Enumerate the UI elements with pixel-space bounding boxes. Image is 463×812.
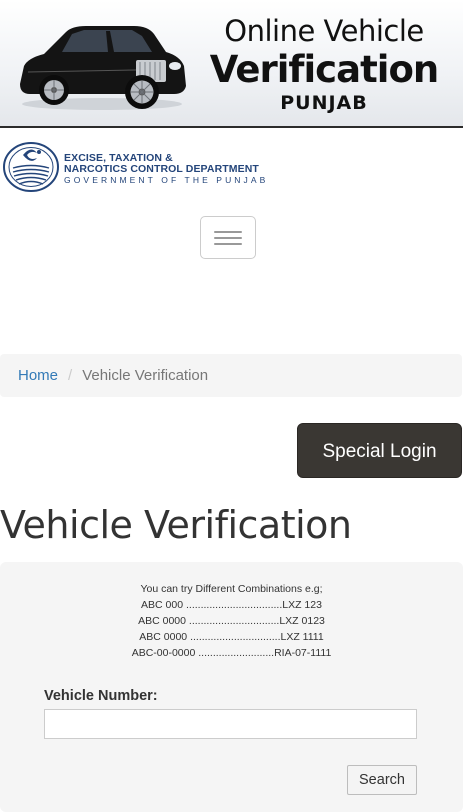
breadcrumb-current: Vehicle Verification	[82, 367, 209, 384]
verification-form-panel: You can try Different Combinations e.g; …	[0, 562, 463, 812]
vehicle-number-label: Vehicle Number:	[44, 688, 158, 704]
hint-example: ABC 000 ................................…	[141, 599, 322, 611]
hint-intro: You can try Different Combinations e.g;	[140, 583, 323, 595]
page-title: Vehicle Verification	[0, 503, 352, 547]
department-logo[interactable]: EXCISE, TAXATION & NARCOTICS CONTROL DEP…	[0, 135, 463, 200]
combination-hints: You can try Different Combinations e.g; …	[0, 581, 463, 661]
header-banner: Online Vehicle Verification PUNJAB	[0, 0, 463, 128]
department-name-line2: NARCOTICS CONTROL DEPARTMENT	[64, 163, 259, 175]
vehicle-number-input[interactable]	[44, 709, 417, 739]
hamburger-icon	[214, 231, 242, 233]
navbar-toggle-button[interactable]	[200, 216, 256, 259]
punjab-seal-icon	[3, 142, 59, 192]
government-of-punjab-text: GOVERNMENT OF THE PUNJAB	[64, 175, 269, 185]
banner-title-line3: PUNJAB	[280, 92, 368, 114]
hint-example: ABC-00-0000 ..........................RI…	[131, 647, 332, 659]
hint-example: ABC 0000 ...............................…	[139, 631, 324, 643]
search-button[interactable]: Search	[347, 765, 417, 795]
hint-example: ABC 0000 ...............................…	[138, 615, 325, 627]
breadcrumb: Home / Vehicle Verification	[0, 354, 462, 397]
banner-title-line1: Online Vehicle	[224, 14, 424, 48]
breadcrumb-home-link[interactable]: Home	[18, 367, 58, 384]
breadcrumb-separator: /	[68, 367, 73, 384]
special-login-button[interactable]: Special Login	[297, 423, 462, 478]
banner-title-line2: Verification	[209, 48, 439, 91]
car-image	[20, 26, 186, 110]
